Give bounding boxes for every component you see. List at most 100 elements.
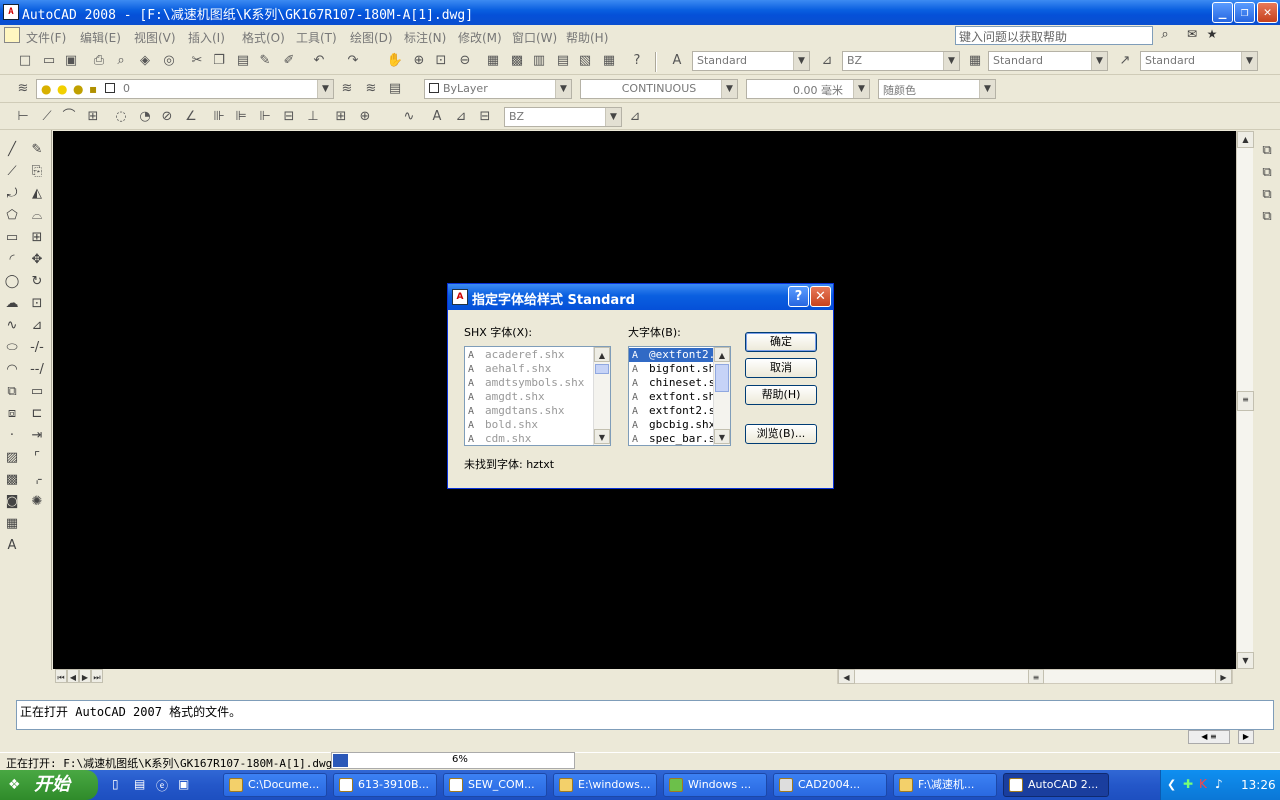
properties-icon[interactable]: ▦ [484,52,502,70]
mirror-icon[interactable]: ◭ [27,184,47,204]
task-sew-com[interactable]: SEW_COM... [443,773,547,797]
circle-icon[interactable]: ◯ [2,272,22,292]
dialog-help-button[interactable]: ? [788,286,809,307]
copy-object-icon[interactable]: ⎘ [27,162,47,182]
scroll-thumb[interactable] [715,364,729,392]
chevron-down-icon[interactable]: ▼ [721,80,737,98]
tray-volume-icon[interactable]: ♪ [1215,777,1223,791]
3d-dwf-icon[interactable]: ◎ [160,52,178,70]
bring-above-icon[interactable]: ⧉ [1257,185,1277,205]
multiline-text-icon[interactable]: A [2,536,22,556]
font-list-item[interactable]: Abold.shx [465,418,593,432]
plot-preview-icon[interactable]: ⌕ [112,52,130,70]
vertical-scrollbar[interactable]: ▲ ≡ ▼ [1236,131,1254,669]
menu-help[interactable]: 帮助(H) [566,29,608,46]
cut-icon[interactable]: ✂ [188,52,206,70]
chevron-down-icon[interactable]: ▼ [793,52,809,70]
center-mark-icon[interactable]: ⊕ [356,108,374,126]
task-613-3910b[interactable]: 613-3910B... [333,773,437,797]
construction-line-icon[interactable]: ⟋ [2,162,22,182]
font-list-item[interactable]: Achineset.shx [629,376,713,390]
quicklaunch-desktop-icon[interactable]: ▯ [112,777,126,793]
undo-icon[interactable]: ↶ [310,52,328,70]
aligned-dim-icon[interactable]: ⟋ [38,108,56,126]
font-list-item[interactable]: Aamgdtans.shx [465,404,593,418]
move-icon[interactable]: ✥ [27,250,47,270]
autocad-app-icon[interactable]: A [3,4,19,20]
chevron-down-icon[interactable]: ▼ [555,80,571,98]
big-list-scrollbar[interactable]: ▲ ▼ [713,347,730,445]
h-scroll-thumb[interactable]: ≡ [1028,669,1044,684]
font-list-item[interactable]: Aspec_bar.shx [629,432,713,445]
plot-icon[interactable]: ⎙ [90,52,108,70]
scroll-up-icon[interactable]: ▲ [714,347,730,362]
font-list-item[interactable]: Aaehalf.shx [465,362,593,376]
stretch-icon[interactable]: ⊿ [27,316,47,336]
task-autocad[interactable]: AutoCAD 2... [1003,773,1109,797]
tool-palettes-icon[interactable]: ▥ [530,52,548,70]
chevron-down-icon[interactable]: ▼ [853,80,869,98]
publish-icon[interactable]: ◈ [136,52,154,70]
document-icon[interactable] [4,27,20,43]
browse-button[interactable]: 浏览(B)... [745,424,817,444]
pan-icon[interactable]: ✋ [386,52,404,70]
spline-icon[interactable]: ∿ [2,316,22,336]
shx-list-scrollbar[interactable]: ▲ ▼ [593,347,610,445]
tray-network-icon[interactable]: ✚ [1183,777,1193,791]
task-cad2004[interactable]: CAD2004... [773,773,887,797]
font-list-item[interactable]: Aextfont2.shx [629,404,713,418]
cmd-scroll-right-icon[interactable]: ▶ [1238,730,1254,744]
dim-style-manager-icon[interactable]: ⊿ [626,108,644,126]
linear-dim-icon[interactable]: ⊢ [14,108,32,126]
quicklaunch-excel-icon[interactable]: ▣ [178,777,192,793]
restore-button[interactable]: ❐ [1234,2,1255,23]
bring-to-front-icon[interactable]: ⧉ [1257,141,1277,161]
sun-icon[interactable]: ● [57,82,69,96]
chamfer-icon[interactable]: ⌜ [27,448,47,468]
help-button[interactable]: 帮助(H) [745,385,817,405]
hatch-icon[interactable]: ▨ [2,448,22,468]
plot-style-control-combo[interactable]: 随颜色 ▼ [878,79,996,99]
menu-modify[interactable]: 修改(M) [458,29,502,46]
search-icon[interactable]: ⌕ [1156,27,1174,45]
ordinate-dim-icon[interactable]: ⊞ [84,108,102,126]
dim-style-icon[interactable]: ⊿ [818,52,836,70]
dialog-close-button[interactable]: ✕ [810,286,831,307]
join-icon[interactable]: ⇥ [27,426,47,446]
zoom-window-icon[interactable]: ⊡ [432,52,450,70]
font-list-item[interactable]: Acdm.shx [465,432,593,445]
layer-previous-icon[interactable]: ≋ [362,80,380,98]
close-button[interactable]: ✕ [1257,2,1278,23]
font-list-item[interactable]: Aamgdt.shx [465,390,593,404]
match-properties-icon[interactable]: ✎ [256,52,274,70]
text-style-icon[interactable]: A [668,52,686,70]
rectangle-icon[interactable]: ▭ [2,228,22,248]
menu-window[interactable]: 窗口(W) [512,29,557,46]
chevron-down-icon[interactable]: ▼ [979,80,995,98]
zoom-previous-icon[interactable]: ⊖ [456,52,474,70]
shx-font-list[interactable]: Aacaderef.shx Aaehalf.shx Aamdtsymbols.shx… [464,346,611,446]
baseline-dim-icon[interactable]: ⊫ [232,108,250,126]
lightbulb-icon[interactable]: ● [41,82,53,96]
font-list-item[interactable]: Abigfont.shx [629,362,713,376]
layer-manager-icon[interactable]: ≋ [14,80,32,98]
multileader-style-combo[interactable]: Standard ▼ [1140,51,1258,71]
array-icon[interactable]: ⊞ [27,228,47,248]
scroll-up-icon[interactable]: ▲ [594,347,610,362]
cmd-scroll-left-icon[interactable]: ◀ ≡ [1188,730,1230,744]
sheet-set-icon[interactable]: ▤ [554,52,572,70]
task-explorer-docs[interactable]: C:\Docume... [223,773,327,797]
cancel-button[interactable]: 取消 [745,358,817,378]
angular-dim-icon[interactable]: ∠ [182,108,200,126]
fillet-icon[interactable]: ⌌ [27,470,47,490]
point-icon[interactable]: · [2,426,22,446]
tray-expand-icon[interactable]: ❮ [1167,778,1176,791]
scroll-right-icon[interactable]: ▶ [1215,669,1232,684]
ok-button[interactable]: 确定 [745,332,817,352]
trim-icon[interactable]: -/- [27,338,47,358]
menu-tools[interactable]: 工具(T) [296,29,337,46]
font-list-item[interactable]: Aamdtsymbols.shx [465,376,593,390]
polygon-icon[interactable]: ⬠ [2,206,22,226]
diameter-dim-icon[interactable]: ⊘ [158,108,176,126]
help-search-input[interactable]: 键入问题以获取帮助 [955,26,1153,45]
